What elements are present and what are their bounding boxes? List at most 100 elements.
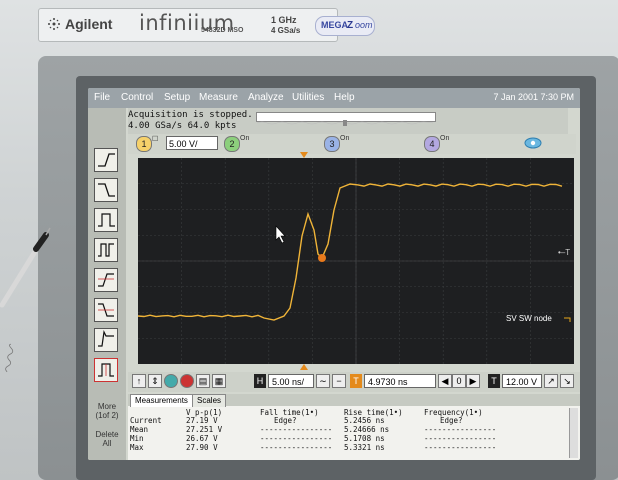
freq-value: ---------------- bbox=[424, 425, 497, 434]
ground-reference-icon bbox=[564, 317, 571, 322]
brand-name: Agilent bbox=[65, 16, 113, 32]
fall-value: ---------------- bbox=[260, 443, 333, 452]
vpp-value: 26.67 V bbox=[186, 434, 218, 443]
rise-value: 5.24666 ns bbox=[344, 425, 390, 434]
table-row: Mean 27.251 V ---------------- 5.24666 n… bbox=[128, 425, 568, 434]
channel-4-number: 4 bbox=[424, 136, 440, 152]
brand-bar: Agilent infiniium 54832D MSO 1 GHz 4 GSa… bbox=[38, 8, 375, 42]
megazoom-text-b: oom bbox=[355, 20, 373, 30]
waveform-navigator[interactable] bbox=[256, 112, 436, 126]
trigger-level-field[interactable]: 12.00 V bbox=[502, 374, 542, 388]
timebase-field[interactable]: 5.00 ns/ bbox=[268, 374, 314, 388]
spec-bandwidth: 1 GHz bbox=[271, 15, 297, 25]
delay-zero-button[interactable]: 0 bbox=[452, 374, 466, 388]
freq-subheader: Edge? bbox=[440, 416, 463, 425]
delay-field[interactable]: 4.9730 ns bbox=[364, 374, 436, 388]
channel-1-number: 1 bbox=[136, 136, 152, 152]
menu-analyze[interactable]: Analyze bbox=[248, 92, 284, 103]
pulse-width-icon bbox=[98, 213, 115, 227]
trigger-level-marker[interactable]: •–T bbox=[558, 248, 570, 257]
trace-label: SV SW node bbox=[506, 314, 552, 323]
fall-value: ---------------- bbox=[260, 434, 333, 443]
sample-rate: 4.00 GSa/s 64.0 kpts bbox=[128, 121, 237, 131]
row-label: Mean bbox=[130, 425, 149, 434]
rise-value: 5.2456 ns bbox=[344, 416, 385, 425]
graticule-grid bbox=[137, 158, 574, 364]
menu-bar: File Control Setup Measure Analyze Utili… bbox=[88, 88, 580, 108]
menu-file[interactable]: File bbox=[94, 92, 110, 103]
stop-button[interactable] bbox=[180, 374, 194, 388]
channel-1-scale[interactable]: 5.00 V/ bbox=[166, 136, 218, 150]
overshoot-button[interactable] bbox=[94, 328, 118, 352]
menu-control[interactable]: Control bbox=[121, 92, 153, 103]
measurement-marker bbox=[318, 254, 326, 262]
pulse-period-button[interactable] bbox=[94, 238, 118, 262]
oscilloscope-chassis: Agilent infiniium 54832D MSO 1 GHz 4 GSa… bbox=[0, 0, 618, 480]
scroll-up-button[interactable]: ↑ bbox=[132, 374, 146, 388]
rise-time-button[interactable] bbox=[94, 268, 118, 292]
trigger-position-marker-bottom[interactable] bbox=[300, 364, 308, 370]
measurements-panel: Measurements Scales V p-p(1) Fall time(1… bbox=[128, 394, 580, 460]
tab-measurements[interactable]: Measurements bbox=[130, 394, 193, 407]
table-row: Current 27.19 V Edge? 5.2456 ns Edge? bbox=[128, 416, 568, 425]
tab-scales[interactable]: Scales bbox=[192, 394, 227, 407]
trigger-coupling-button[interactable]: ↘ bbox=[560, 374, 574, 388]
falling-edge-trigger-button[interactable] bbox=[94, 178, 118, 202]
more-label: More bbox=[97, 402, 117, 411]
row-label: Max bbox=[130, 443, 144, 452]
channel-3-number: 3 bbox=[324, 136, 340, 152]
trigger-slope-button[interactable]: ↗ bbox=[544, 374, 558, 388]
acquisition-status: Acquisition is stopped. 4.00 GSa/s 64.0 … bbox=[128, 108, 568, 134]
waveform-graticule[interactable] bbox=[137, 158, 574, 364]
waveform-trace-ch1 bbox=[137, 183, 563, 321]
single-button[interactable]: ▤ bbox=[196, 374, 210, 388]
agilent-spark-icon bbox=[48, 18, 60, 30]
rising-edge-trigger-button[interactable] bbox=[94, 148, 118, 172]
delete-label: Delete bbox=[95, 430, 119, 439]
more-button[interactable]: More (1of 2) bbox=[92, 402, 122, 424]
model-number: 54832D MSO bbox=[201, 27, 244, 34]
trigger-level-label: T bbox=[565, 248, 571, 257]
timebase-bar: ↑ ⇕ ▤ ▦ H 5.00 ns/ ∼ − T 4.9730 ns ◀ 0 ▶… bbox=[128, 372, 580, 392]
table-row: Max 27.90 V ---------------- 5.3321 ns -… bbox=[128, 443, 568, 452]
amplitude-icon bbox=[98, 363, 114, 377]
vpp-value: 27.251 V bbox=[186, 425, 223, 434]
falling-edge-icon bbox=[98, 183, 115, 197]
autoscale-button[interactable]: ▦ bbox=[212, 374, 226, 388]
amplitude-button[interactable] bbox=[94, 358, 118, 382]
spec-sample-rate: 4 GSa/s bbox=[271, 26, 301, 35]
measurement-scrollbar[interactable] bbox=[569, 408, 578, 458]
display-toggle[interactable] bbox=[524, 136, 542, 152]
pulse-width-button[interactable] bbox=[94, 208, 118, 232]
menu-measure[interactable]: Measure bbox=[199, 92, 238, 103]
pulse-period-icon bbox=[98, 243, 114, 257]
delay-right-button[interactable]: ▶ bbox=[466, 374, 480, 388]
menu-help[interactable]: Help bbox=[334, 92, 355, 103]
delay-label: T bbox=[350, 374, 362, 388]
trigger-label: T bbox=[488, 374, 500, 388]
vpp-value: 27.90 V bbox=[186, 443, 218, 452]
fall-time-icon bbox=[98, 303, 114, 317]
timebase-mode-button[interactable]: − bbox=[332, 374, 346, 388]
zoom-button[interactable]: ⇕ bbox=[148, 374, 162, 388]
channel-2-number: 2 bbox=[224, 136, 240, 152]
more-page: (1of 2) bbox=[95, 411, 119, 420]
rise-value: 5.3321 ns bbox=[344, 443, 385, 452]
run-button[interactable] bbox=[164, 374, 178, 388]
row-label: Current bbox=[130, 416, 162, 425]
delete-all-button[interactable]: Delete All bbox=[92, 430, 122, 452]
rising-edge-icon bbox=[98, 153, 115, 167]
timebase-adjust-button[interactable]: ∼ bbox=[316, 374, 330, 388]
delay-left-button[interactable]: ◀ bbox=[438, 374, 452, 388]
freq-value: ---------------- bbox=[424, 443, 497, 452]
pen-pointer-icon bbox=[0, 227, 51, 308]
fall-value: ---------------- bbox=[260, 425, 333, 434]
menu-utilities[interactable]: Utilities bbox=[292, 92, 324, 103]
fall-time-button[interactable] bbox=[94, 298, 118, 322]
megazoom-badge: MEGA Z oom bbox=[315, 16, 375, 36]
overshoot-icon bbox=[98, 330, 114, 347]
scope-screen: File Control Setup Measure Analyze Utili… bbox=[88, 88, 580, 460]
delete-sub: All bbox=[102, 439, 112, 448]
menu-setup[interactable]: Setup bbox=[164, 92, 190, 103]
megazoom-z-glyph: Z bbox=[347, 20, 354, 31]
